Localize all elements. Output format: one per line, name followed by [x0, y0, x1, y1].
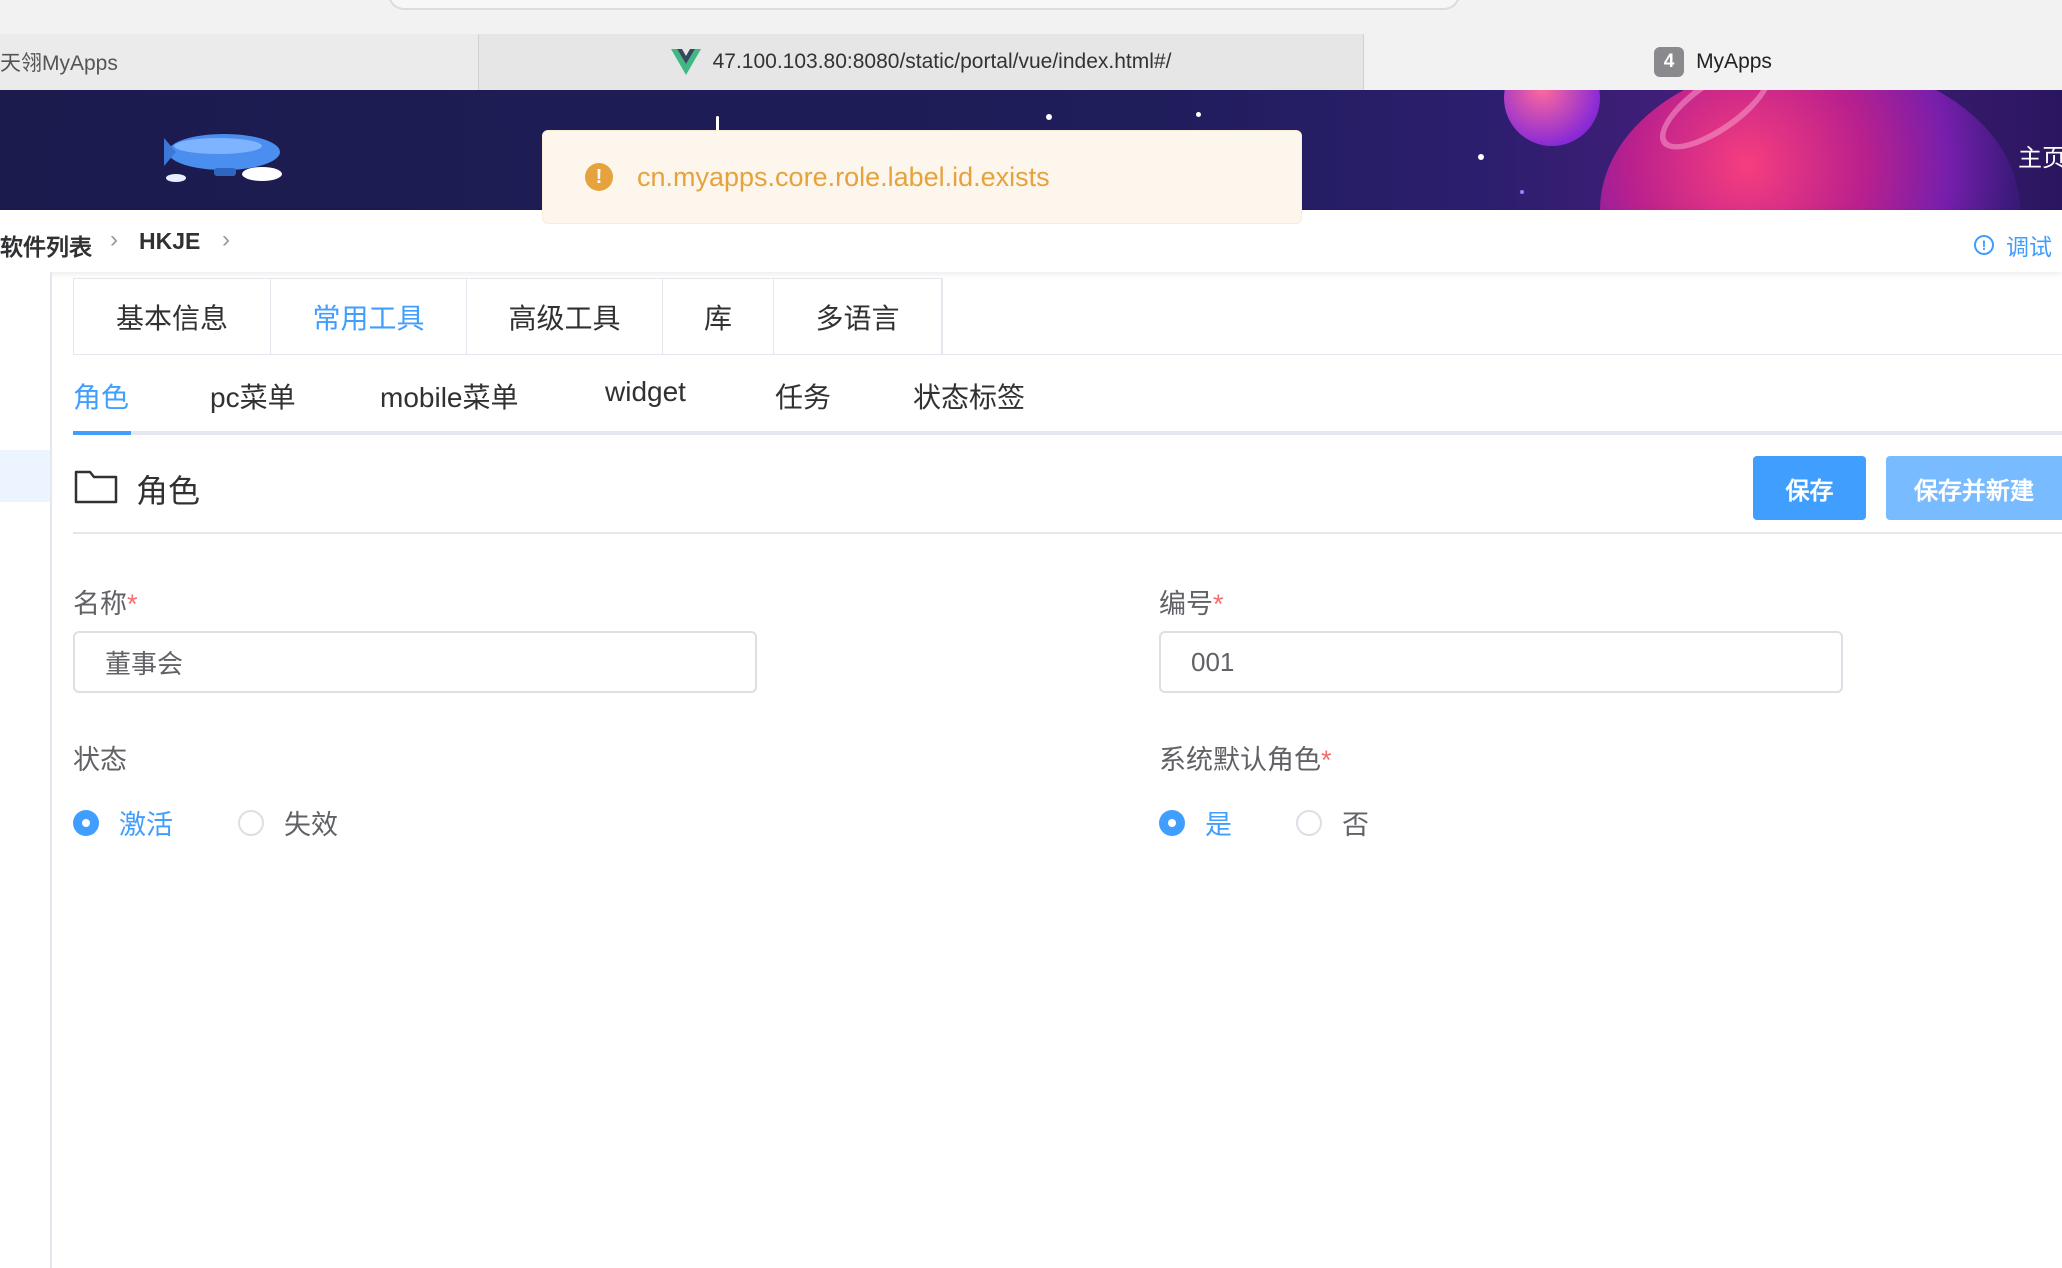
star-decoration [1046, 114, 1052, 120]
star-decoration [1520, 190, 1524, 194]
breadcrumb-item-app[interactable]: HKJE [139, 228, 200, 255]
required-mark: * [1213, 589, 1224, 619]
vue-logo-icon [670, 49, 701, 75]
default-role-radio-yes[interactable]: 是 [1159, 803, 1232, 842]
sidebar-active-item[interactable] [0, 450, 50, 502]
tab-multilanguage[interactable]: 多语言 [774, 279, 942, 355]
status-radio-inactive[interactable]: 失效 [238, 803, 338, 842]
browser-tab-label: MyApps [1696, 50, 1772, 73]
tabs-divider [73, 354, 2062, 355]
subtabs-divider [73, 431, 2062, 435]
browser-tab-active[interactable]: 47.100.103.80:8080/static/portal/vue/ind… [479, 34, 1364, 90]
main-tabs: 基本信息 常用工具 高级工具 库 多语言 [73, 278, 943, 355]
toast-message: cn.myapps.core.role.label.id.exists [637, 161, 1050, 192]
star-decoration [1196, 112, 1201, 117]
tab-basic-info[interactable]: 基本信息 [74, 279, 271, 355]
folder-icon [74, 470, 118, 504]
debug-label: 调试 [2006, 234, 2052, 260]
browser-tab-group[interactable]: 4 MyApps [1364, 34, 2062, 90]
blimp-logo-icon [164, 134, 282, 182]
required-mark: * [1321, 745, 1332, 775]
subtab-pc-menu[interactable]: pc菜单 [210, 376, 296, 416]
radio-unchecked-icon [238, 809, 264, 836]
left-sidebar [0, 272, 52, 1268]
name-label-text: 名称 [73, 589, 127, 619]
default-role-radio-no[interactable]: 否 [1296, 803, 1369, 842]
subtab-mobile-menu[interactable]: mobile菜单 [380, 376, 518, 416]
info-icon: ! [1974, 235, 1994, 255]
save-and-new-button[interactable]: 保存并新建 [1886, 456, 2062, 520]
nav-home-link[interactable]: 主页 [2018, 138, 2062, 173]
status-radio-active[interactable]: 激活 [73, 803, 173, 842]
tab-common-tools[interactable]: 常用工具 [271, 279, 467, 355]
code-label: 编号* [1159, 582, 1224, 621]
name-input[interactable] [73, 631, 757, 693]
breadcrumb-item-software-list[interactable]: 软件列表 [0, 228, 92, 262]
radio-label: 激活 [119, 810, 173, 840]
radio-label: 失效 [284, 810, 338, 840]
planet-decoration [1600, 90, 2020, 210]
browser-tab-url: 47.100.103.80:8080/static/portal/vue/ind… [712, 50, 1172, 73]
radio-checked-icon [73, 809, 99, 836]
radio-checked-icon [1159, 809, 1185, 836]
default-role-label-text: 系统默认角色 [1159, 745, 1321, 775]
tab-count-badge: 4 [1654, 47, 1685, 77]
warning-icon: ! [585, 163, 613, 191]
subtab-role[interactable]: 角色 [73, 376, 129, 416]
status-label: 状态 [73, 738, 127, 777]
radio-label: 否 [1342, 810, 1369, 840]
chevron-right-icon: › [110, 226, 118, 253]
browser-tab-myapps-1[interactable]: 天翎MyApps [0, 34, 479, 90]
debug-link[interactable]: ! 调试 [1974, 228, 2052, 262]
star-decoration [1478, 154, 1484, 160]
browser-tab-label: 天翎MyApps [0, 52, 118, 75]
subtab-widget[interactable]: widget [605, 376, 686, 408]
address-bar[interactable] [388, 0, 1460, 10]
browser-tabstrip: 天翎MyApps 47.100.103.80:8080/static/porta… [0, 34, 2062, 91]
code-label-text: 编号 [1159, 589, 1213, 619]
code-input[interactable] [1159, 631, 1843, 693]
tab-library[interactable]: 库 [663, 279, 774, 355]
section-divider [73, 532, 2062, 534]
warning-toast: ! cn.myapps.core.role.label.id.exists [542, 130, 1302, 224]
default-role-label: 系统默认角色* [1159, 738, 1332, 777]
required-mark: * [127, 589, 138, 619]
radio-label: 是 [1205, 810, 1232, 840]
subtab-task[interactable]: 任务 [775, 376, 831, 416]
planet-decoration [1504, 90, 1600, 146]
tab-advanced-tools[interactable]: 高级工具 [467, 279, 663, 355]
save-button[interactable]: 保存 [1753, 456, 1866, 520]
subtab-active-indicator [73, 431, 131, 435]
radio-unchecked-icon [1296, 809, 1322, 836]
status-label-text: 状态 [73, 745, 127, 775]
chevron-right-icon: › [222, 226, 230, 253]
subtab-status-label[interactable]: 状态标签 [913, 376, 1025, 416]
section-title: 角色 [136, 473, 201, 509]
name-label: 名称* [73, 582, 138, 621]
